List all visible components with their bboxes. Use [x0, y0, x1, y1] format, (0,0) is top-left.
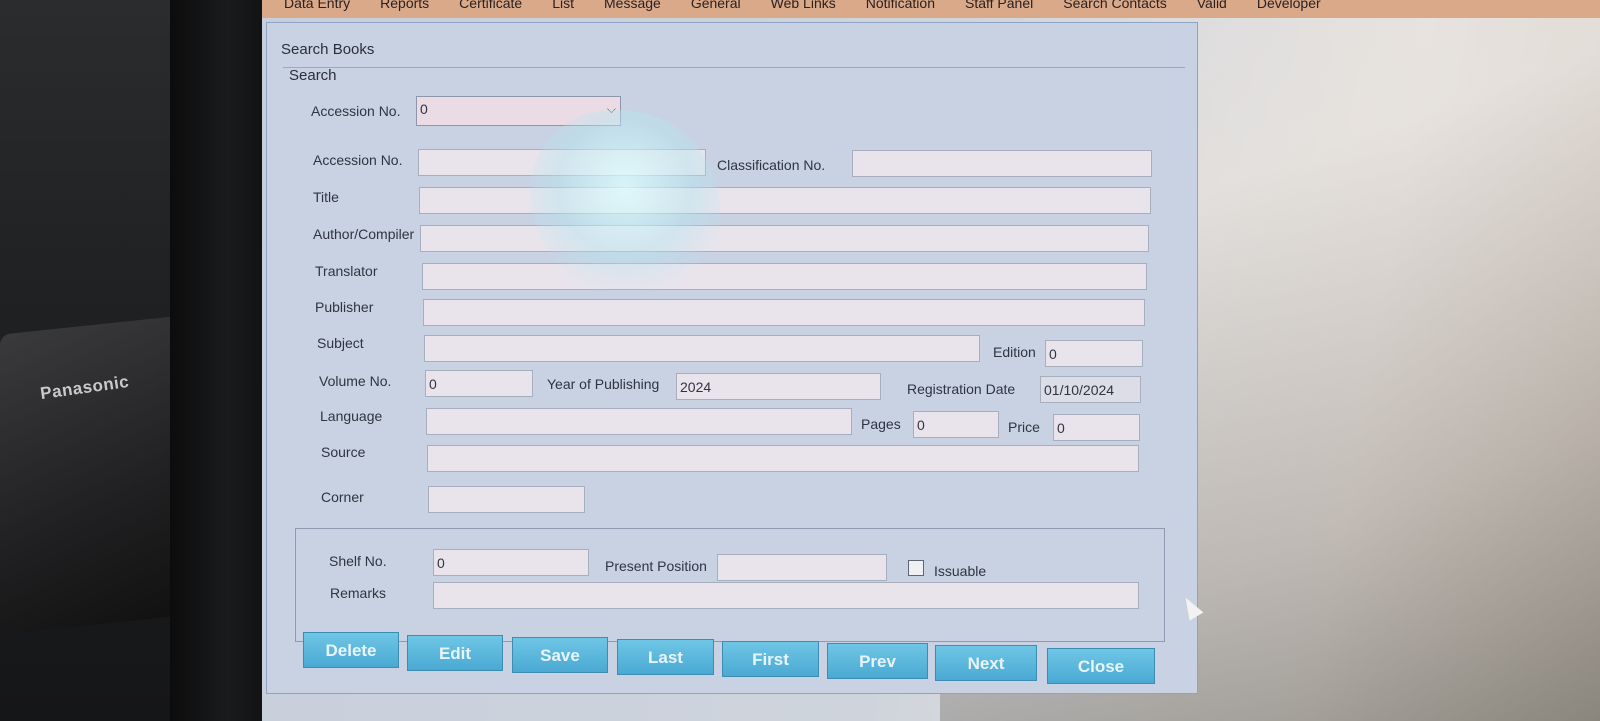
- author-label: Author/Compiler: [313, 226, 415, 242]
- menu-list[interactable]: List: [530, 0, 574, 11]
- source-label: Source: [321, 444, 366, 460]
- menu-notification[interactable]: Notification: [844, 0, 935, 11]
- classification-no-input[interactable]: [852, 150, 1152, 177]
- prev-button[interactable]: Prev: [827, 643, 928, 679]
- shelf-no-label: Shelf No.: [329, 553, 387, 569]
- registration-date-input[interactable]: [1040, 376, 1141, 403]
- publisher-input[interactable]: [423, 299, 1145, 326]
- shelf-no-input[interactable]: [433, 549, 589, 576]
- price-input[interactable]: [1053, 414, 1140, 441]
- menu-developer[interactable]: Developer: [1235, 0, 1321, 11]
- source-input[interactable]: [427, 445, 1139, 472]
- corner-label: Corner: [321, 489, 364, 505]
- edition-input[interactable]: [1045, 340, 1143, 367]
- search-books-window: Search Books Search Accession No. 0 ⌵ Ac…: [266, 22, 1198, 694]
- app-menu-bar: Data Entry Reports Certificate List Mess…: [262, 0, 1600, 18]
- window-title: Search Books: [281, 41, 375, 58]
- translator-input[interactable]: [422, 263, 1147, 290]
- publisher-label: Publisher: [315, 299, 374, 315]
- remarks-input[interactable]: [433, 582, 1139, 609]
- edit-button[interactable]: Edit: [407, 635, 503, 671]
- accession-search-value: 0: [420, 101, 428, 117]
- accession-no-label: Accession No.: [313, 152, 403, 168]
- panasonic-device: [0, 315, 185, 635]
- menu-search-contacts[interactable]: Search Contacts: [1041, 0, 1167, 11]
- menu-valid[interactable]: Valid: [1175, 0, 1227, 11]
- menu-general[interactable]: General: [669, 0, 741, 11]
- price-label: Price: [1008, 419, 1040, 435]
- close-button[interactable]: Close: [1047, 648, 1155, 684]
- remarks-label: Remarks: [330, 585, 387, 601]
- title-input[interactable]: [419, 187, 1151, 214]
- author-input[interactable]: [420, 225, 1149, 252]
- pages-input[interactable]: [913, 411, 999, 438]
- menu-data-entry[interactable]: Data Entry: [262, 0, 350, 11]
- delete-button[interactable]: Delete: [303, 632, 399, 668]
- volume-no-label: Volume No.: [319, 373, 392, 389]
- classification-no-label: Classification No.: [717, 157, 826, 173]
- year-of-publishing-input[interactable]: [676, 373, 881, 400]
- edition-label: Edition: [993, 344, 1036, 360]
- next-button[interactable]: Next: [935, 645, 1037, 681]
- search-accession-label: Accession No.: [311, 103, 401, 119]
- registration-date-label: Registration Date: [907, 381, 1016, 397]
- present-position-label: Present Position: [605, 558, 707, 574]
- subject-input[interactable]: [424, 335, 980, 362]
- title-label: Title: [313, 189, 339, 205]
- menu-staff-panel[interactable]: Staff Panel: [943, 0, 1033, 11]
- menu-message[interactable]: Message: [582, 0, 661, 11]
- subject-label: Subject: [317, 335, 364, 351]
- pages-label: Pages: [861, 416, 901, 432]
- menu-web-links[interactable]: Web Links: [749, 0, 836, 11]
- language-label: Language: [320, 408, 383, 424]
- search-group-label: Search: [289, 67, 337, 84]
- menu-certificate[interactable]: Certificate: [437, 0, 522, 11]
- issuable-checkbox[interactable]: [908, 560, 924, 576]
- last-button[interactable]: Last: [617, 639, 714, 675]
- menu-reports[interactable]: Reports: [358, 0, 429, 11]
- issuable-label: Issuable: [934, 563, 987, 579]
- translator-label: Translator: [315, 263, 378, 279]
- save-button[interactable]: Save: [512, 637, 608, 673]
- first-button[interactable]: First: [722, 641, 819, 677]
- present-position-input[interactable]: [717, 554, 887, 581]
- volume-no-input[interactable]: [425, 370, 533, 397]
- language-input[interactable]: [426, 408, 852, 435]
- corner-input[interactable]: [428, 486, 585, 513]
- year-of-publishing-label: Year of Publishing: [547, 376, 660, 392]
